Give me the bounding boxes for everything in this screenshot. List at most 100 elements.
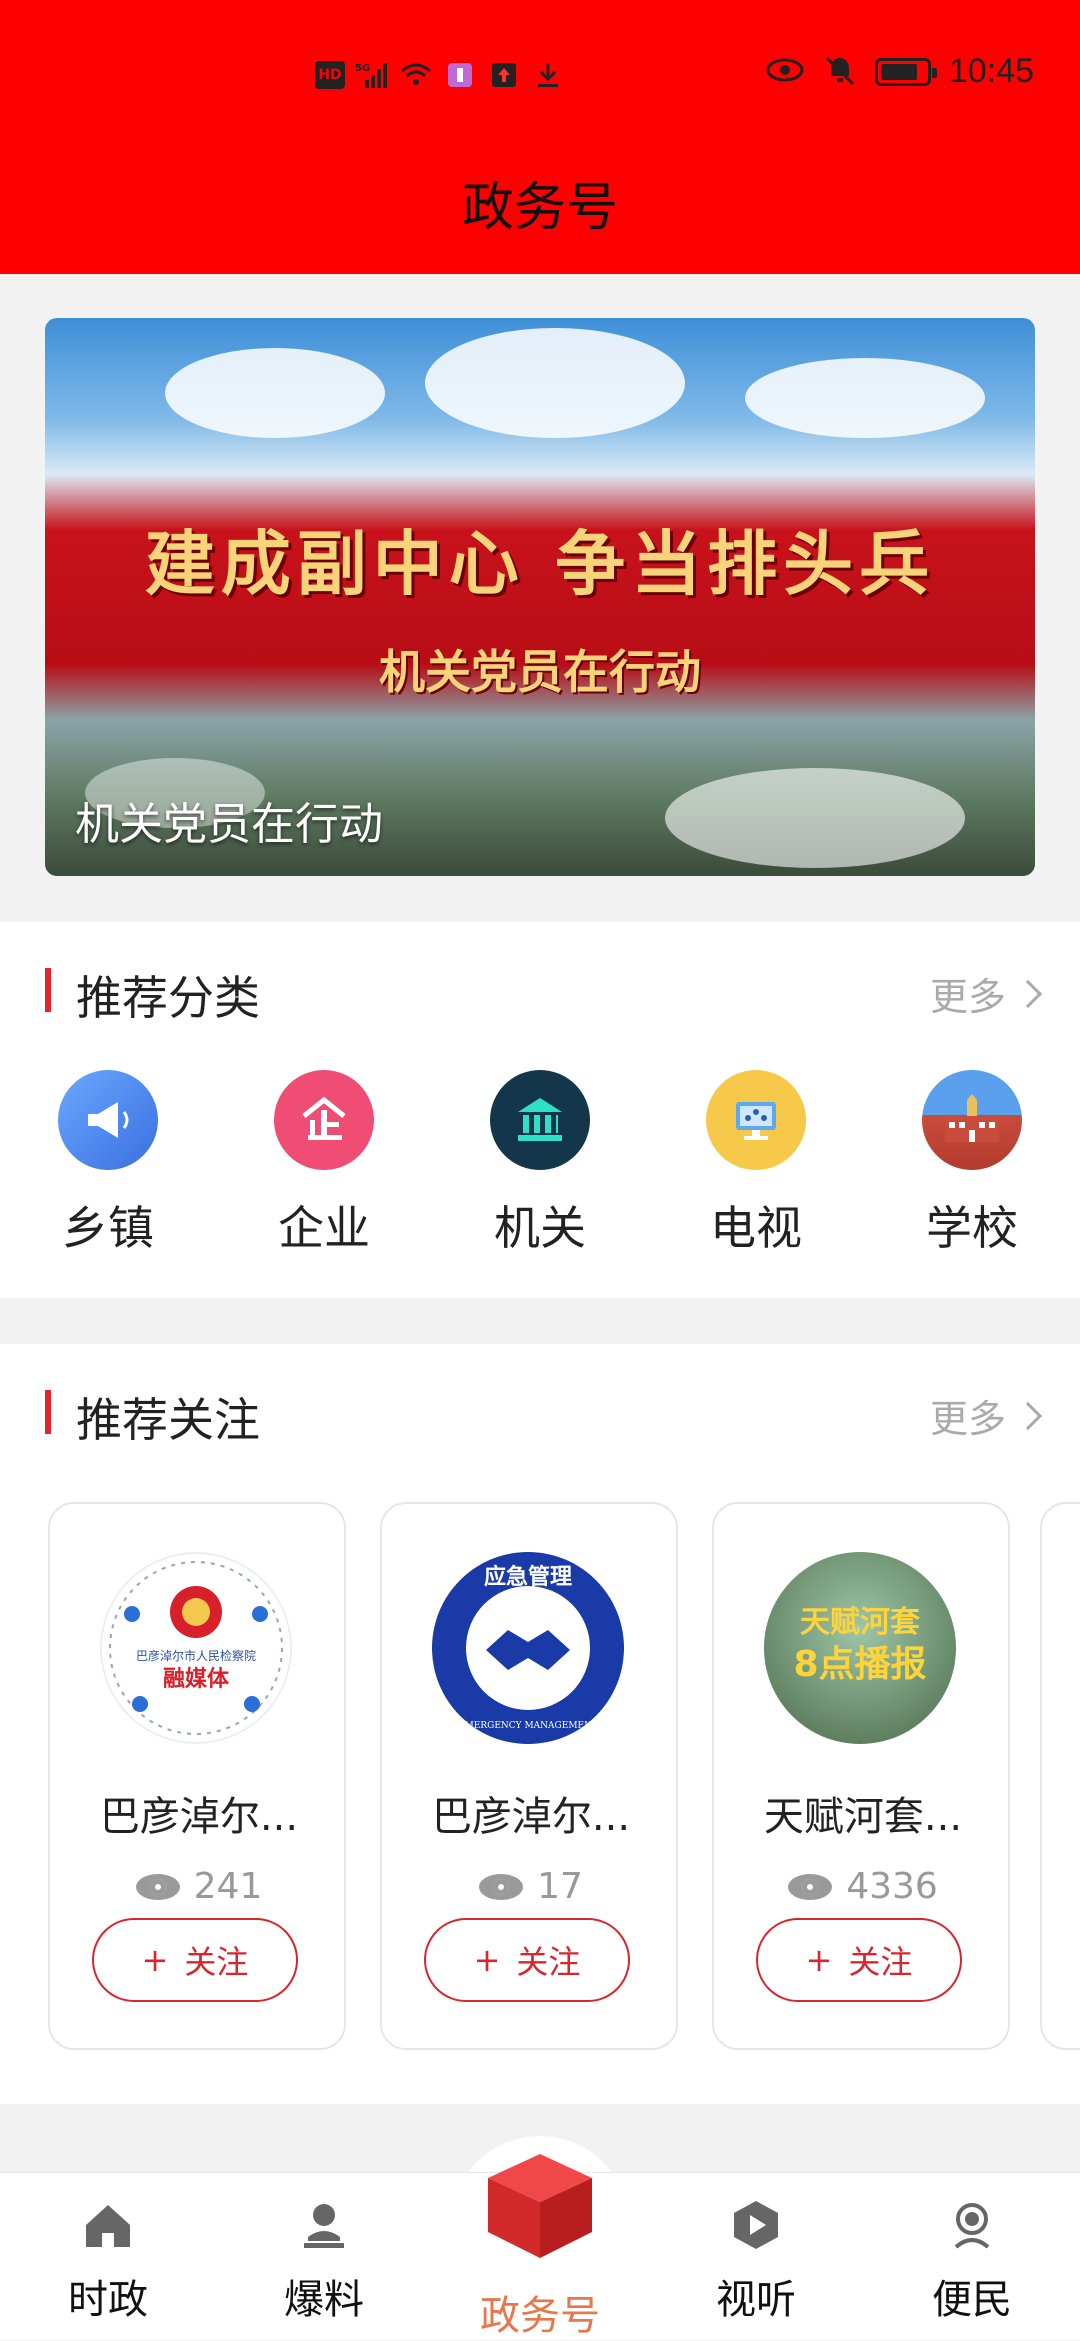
- status-time: 10:45: [948, 52, 1034, 90]
- follow-button[interactable]: + 关注: [92, 1918, 298, 2002]
- category-label: 机关: [494, 1201, 586, 1255]
- view-count: 4336: [714, 1866, 1012, 1907]
- battery-icon: [874, 57, 937, 86]
- section-accent-bar: [45, 968, 51, 1012]
- category-label: 企业: [278, 1201, 370, 1255]
- banner-subtitle: 机关党员在行动: [379, 645, 701, 699]
- cell-signal-icon: 5G: [355, 58, 389, 92]
- account-card[interactable]: 天赋河套 8点播报 天赋河套... 4336 + 关注: [712, 1502, 1010, 2050]
- megaphone-icon: [58, 1070, 158, 1170]
- follow-button[interactable]: + 关注: [756, 1918, 962, 2002]
- cloud-shape: [425, 328, 685, 438]
- view-count-value: 17: [537, 1866, 583, 1907]
- plus-icon: +: [805, 1941, 833, 1979]
- tab-convenience[interactable]: 便民: [864, 2173, 1080, 2341]
- section-title: 推荐关注: [76, 1393, 260, 1447]
- tab-label: 时政: [68, 2277, 148, 2323]
- wifi-icon: [399, 58, 433, 92]
- account-card[interactable]: 应急管理 EMERGENCY MANAGEMENT 巴彦淖尔... 17 + 关…: [380, 1502, 678, 2050]
- cloud-shape: [165, 348, 385, 438]
- category-row: 乡镇 企业 机关 电视 学校: [0, 1070, 1080, 1258]
- status-icons-left: HD 5G: [315, 58, 565, 92]
- eye-icon: [135, 1873, 180, 1900]
- eye-comfort-icon: [765, 55, 805, 89]
- tab-audio-video[interactable]: 视听: [648, 2173, 864, 2341]
- section-header: 推荐关注 更多: [0, 1344, 1080, 1484]
- category-item-school[interactable]: 学校: [864, 1070, 1080, 1258]
- download-icon: [531, 58, 565, 92]
- tianfu-hetao-logo: 天赋河套 8点播报: [764, 1552, 956, 1744]
- chevron-right-icon: [1013, 979, 1043, 1008]
- plus-icon: +: [473, 1941, 501, 1979]
- view-count: 241: [50, 1866, 348, 1907]
- account-card-list: 巴彦淖尔市人民检察院 融媒体 巴彦淖尔... 241 + 关注 应急管理 EME…: [48, 1502, 1010, 2050]
- upload-icon: [487, 58, 521, 92]
- tab-label: 便民: [932, 2277, 1012, 2323]
- status-bar: HD 5G 10:45: [0, 50, 1080, 110]
- app-header: HD 5G 10:45 政务号: [0, 0, 1080, 274]
- logo-text-bottom: EMERGENCY MANAGEMENT: [458, 1721, 598, 1731]
- tab-label: 爆料: [284, 2277, 364, 2323]
- hd-icon: HD: [315, 61, 345, 89]
- tab-label: 政务号: [480, 2293, 600, 2339]
- category-item-township[interactable]: 乡镇: [0, 1070, 216, 1258]
- follow-button[interactable]: + 关注: [424, 1918, 630, 2002]
- banner-headline: 建成副中心 争当排头兵: [144, 522, 936, 605]
- page-title: 政务号: [461, 178, 618, 238]
- eye-icon: [788, 1873, 833, 1900]
- account-name: 天赋河套...: [763, 1794, 963, 1840]
- follow-label: 关注: [516, 1943, 581, 1981]
- category-item-tv[interactable]: 电视: [648, 1070, 864, 1258]
- category-label: 电视: [710, 1201, 802, 1255]
- play-hexagon-icon: [726, 2195, 786, 2255]
- section-title: 推荐分类: [76, 971, 260, 1025]
- follow-label: 关注: [848, 1943, 913, 1981]
- category-item-enterprise[interactable]: 企业: [216, 1070, 432, 1258]
- more-label: 更多: [929, 1397, 1006, 1441]
- eye-icon: [479, 1873, 524, 1900]
- view-count: 17: [382, 1866, 680, 1907]
- category-label: 乡镇: [62, 1201, 154, 1255]
- tv-monitor-icon: [706, 1070, 806, 1170]
- follow-label: 关注: [184, 1943, 249, 1981]
- next-card-peek: [1040, 1502, 1080, 2050]
- category-item-agency[interactable]: 机关: [432, 1070, 648, 1258]
- app-notification-icon: [443, 58, 477, 92]
- enterprise-icon: [274, 1070, 374, 1170]
- more-label: 更多: [929, 975, 1006, 1019]
- tab-tipoff[interactable]: 爆料: [216, 2173, 432, 2341]
- logo-text-bottom: 融媒体: [163, 1666, 230, 1692]
- network-type-label: 5G: [355, 63, 370, 74]
- emergency-management-logo: 应急管理 EMERGENCY MANAGEMENT: [432, 1552, 624, 1744]
- section-accent-bar: [45, 1390, 51, 1434]
- mute-bell-icon: [823, 54, 857, 90]
- school-building-icon: [922, 1070, 1022, 1170]
- view-count-value: 4336: [846, 1866, 938, 1907]
- logo-text-top: 巴彦淖尔市人民检察院: [136, 1648, 256, 1663]
- red-cube-icon[interactable]: [480, 2146, 600, 2266]
- cloud-shape: [745, 358, 985, 438]
- logo-text-top: 应急管理: [484, 1564, 572, 1590]
- status-icons-right: 10:45: [765, 52, 1034, 91]
- recommended-follow-section: 推荐关注 更多 巴彦淖尔市人民检察院 融媒体 巴彦淖尔... 241 + 关注 …: [0, 1344, 1080, 2104]
- home-icon: [78, 2195, 138, 2255]
- more-follow-link[interactable]: 更多: [929, 1388, 1043, 1443]
- category-label: 学校: [926, 1201, 1018, 1255]
- service-person-icon: [942, 2195, 1002, 2255]
- banner-caption: 机关党员在行动: [75, 799, 383, 850]
- tab-label: 视听: [716, 2277, 796, 2323]
- section-header: 推荐分类 更多: [0, 922, 1080, 1062]
- person-stamp-icon: [294, 2195, 354, 2255]
- logo-text-top: 天赋河套: [800, 1605, 920, 1640]
- tab-politics[interactable]: 时政: [0, 2173, 216, 2341]
- account-name: 巴彦淖尔...: [99, 1794, 299, 1840]
- more-categories-link[interactable]: 更多: [929, 966, 1043, 1021]
- chevron-right-icon: [1013, 1401, 1043, 1430]
- plus-icon: +: [141, 1941, 169, 1979]
- account-name: 巴彦淖尔...: [431, 1794, 631, 1840]
- cloud-shape: [665, 768, 965, 868]
- account-card[interactable]: 巴彦淖尔市人民检察院 融媒体 巴彦淖尔... 241 + 关注: [48, 1502, 346, 2050]
- government-building-icon: [490, 1070, 590, 1170]
- hero-banner[interactable]: 建成副中心 争当排头兵 机关党员在行动 机关党员在行动: [45, 318, 1035, 876]
- procuratorate-logo: 巴彦淖尔市人民检察院 融媒体: [100, 1552, 292, 1744]
